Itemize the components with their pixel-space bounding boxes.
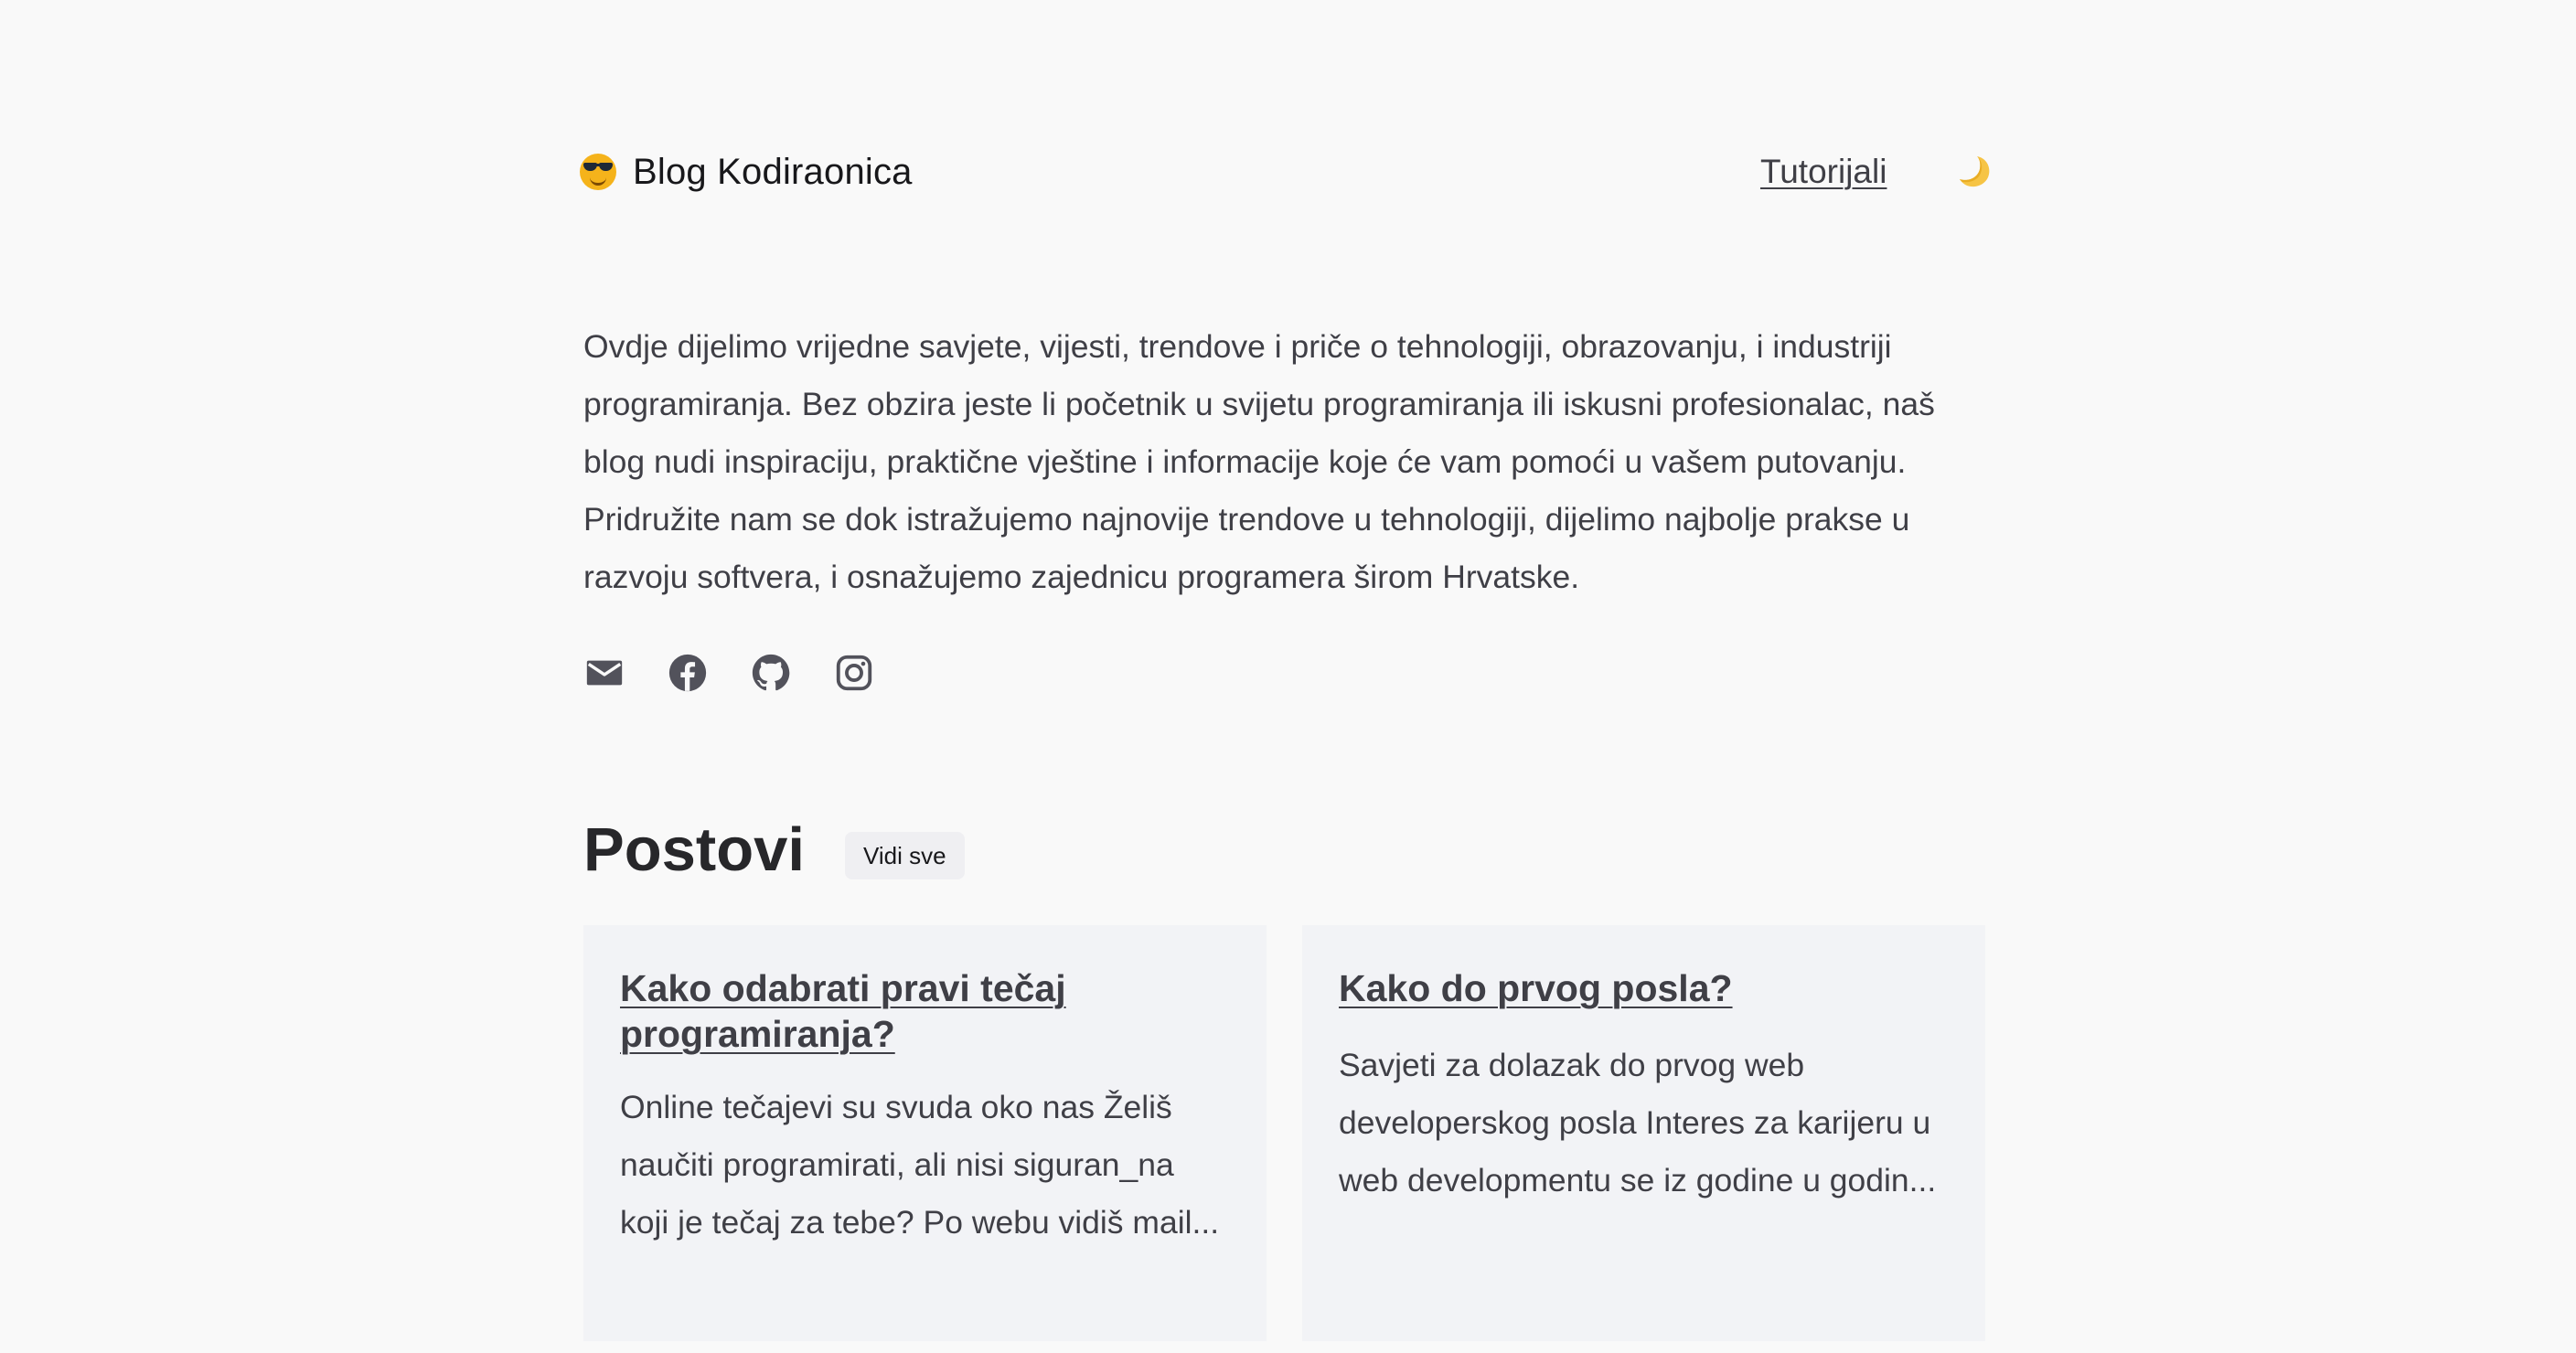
intro-text: Ovdje dijelimo vrijedne savjete, vijesti… [583,328,1935,595]
brand-home-link[interactable]: Blog Kodiraonica [580,144,913,199]
instagram-icon [836,655,872,691]
smiling-face-with-sunglasses-icon [580,154,616,190]
facebook-icon [668,654,707,692]
brand-title: Blog Kodiraonica [633,151,913,192]
instagram-link[interactable] [833,652,875,694]
facebook-link[interactable] [667,652,709,694]
posts-heading: Postovi [583,815,805,884]
nav-link-tutorijali[interactable]: Tutorijali [1760,144,1887,199]
mail-icon [586,660,623,686]
social-links [583,652,875,694]
github-link[interactable] [750,652,792,694]
see-all-button[interactable]: Vidi sve [845,832,965,879]
theme-toggle-button[interactable] [1957,154,1993,190]
email-link[interactable] [583,652,625,694]
post-title-link[interactable]: Kako odabrati pravi tečaj programiranja? [620,965,1230,1057]
post-card: Kako do prvog posla? Savjeti za dolazak … [1302,925,1985,1341]
moon-icon [1960,156,1990,187]
github-icon [752,654,790,691]
post-title-link[interactable]: Kako do prvog posla? [1339,965,1949,1011]
post-card: Kako odabrati pravi tečaj programiranja?… [583,925,1267,1341]
site-header: Blog Kodiraonica Tutorijali [580,144,1993,199]
post-excerpt: Online tečajevi su svuda oko nas Želiš n… [620,1089,1220,1241]
post-excerpt: Savjeti za dolazak do prvog web develope… [1339,1047,1937,1199]
